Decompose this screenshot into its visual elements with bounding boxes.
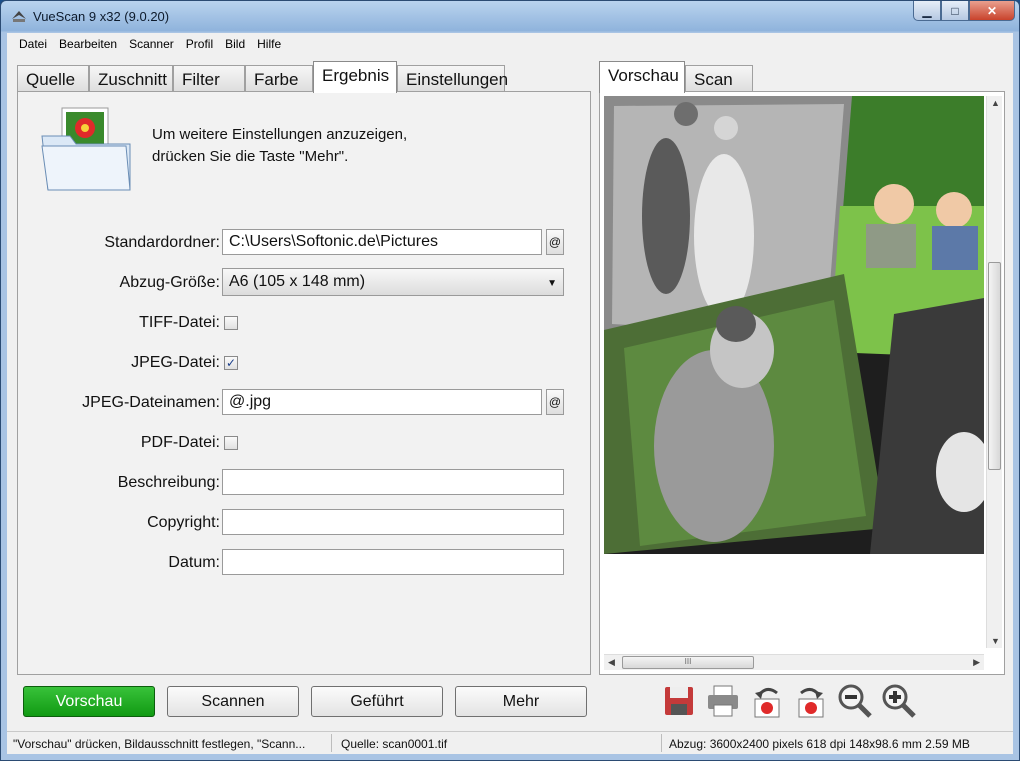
copyright-label: Copyright: [147,514,220,531]
tab-zuschnitt[interactable]: Zuschnitt [89,65,173,93]
vuescan-window: VueScan 9 x32 (9.0.20) ▁ □ ✕ Datei Bearb… [0,0,1020,761]
save-icon[interactable] [661,683,697,719]
menu-bild[interactable]: Bild [219,37,251,51]
status-output: Abzug: 3600x2400 pixels 618 dpi 148x98.6… [669,737,970,751]
gefuehrt-button[interactable]: Geführt [311,686,443,717]
menu-hilfe[interactable]: Hilfe [251,37,287,51]
chevron-down-icon: ▼ [547,278,557,289]
menu-bearbeiten[interactable]: Bearbeiten [53,37,123,51]
copyright-field[interactable] [222,509,564,535]
rotate-left-icon[interactable] [749,683,785,719]
tab-einstellungen[interactable]: Einstellungen [397,65,508,93]
vuescan-app-icon [12,11,26,22]
menu-scanner[interactable]: Scanner [123,37,180,51]
beschreibung-label: Beschreibung: [117,474,220,491]
pdf-label: PDF-Datei: [140,434,220,451]
tab-vorschau[interactable]: Vorschau [599,61,685,93]
vorschau-button[interactable]: Vorschau [23,686,155,717]
vertical-scroll-thumb[interactable] [988,262,1001,470]
standardordner-field[interactable]: C:\Users\Softonic.de\Pictures [222,229,542,255]
client-area: Quelle Zuschnitt Filter Farbe Ergebnis E… [7,55,1013,754]
scroll-down-icon[interactable]: ▼ [991,636,1000,646]
tiff-label: TIFF-Datei: [139,314,220,331]
preview-panel: ▲ ▼ ◀ III ▶ [599,91,1005,675]
jpeg-label: JPEG-Datei: [131,354,220,371]
jpeg-dateiname-at-button[interactable]: @ [546,389,564,415]
status-bar: "Vorschau" drücken, Bildausschnitt festl… [7,731,1013,754]
tab-farbe[interactable]: Farbe [245,65,313,93]
datum-label: Datum: [168,554,220,571]
hint-text: Um weitere Einstellungen anzuzeigen, drü… [152,124,407,168]
jpeg-dateiname-label: JPEG-Dateinamen: [82,394,220,411]
maximize-button[interactable]: □ [941,1,969,21]
tab-quelle[interactable]: Quelle [17,65,89,93]
standardordner-label: Standardordner: [104,234,220,251]
hint-line-1: Um weitere Einstellungen anzuzeigen, [152,126,408,143]
print-icon[interactable] [705,683,741,719]
scan-preview-image[interactable] [604,96,984,554]
menu-bar: Datei Bearbeiten Scanner Profil Bild Hil… [7,33,1013,55]
status-divider [661,734,662,752]
mehr-button[interactable]: Mehr [455,686,587,717]
scannen-button[interactable]: Scannen [167,686,299,717]
pdf-checkbox[interactable] [224,436,238,450]
jpeg-dateiname-field[interactable]: @.jpg [222,389,542,415]
horizontal-scroll-thumb[interactable]: III [622,656,754,669]
horizontal-scrollbar[interactable]: ◀ III ▶ [604,654,984,670]
tab-ergebnis[interactable]: Ergebnis [313,61,397,93]
abzug-groesse-select[interactable]: A6 (105 x 148 mm) ▼ [222,268,564,296]
tab-scan[interactable]: Scan [685,65,753,93]
tiff-checkbox[interactable] [224,316,238,330]
menu-profil[interactable]: Profil [180,37,219,51]
folder-picture-icon [41,107,131,191]
tab-filter[interactable]: Filter [173,65,245,93]
title-bar[interactable]: VueScan 9 x32 (9.0.20) ▁ □ ✕ [1,1,1019,33]
jpeg-checkbox[interactable]: ✓ [224,356,238,370]
status-hint: "Vorschau" drücken, Bildausschnitt festl… [13,737,306,751]
minimize-button[interactable]: ▁ [913,1,941,21]
status-source: Quelle: scan0001.tif [341,737,448,751]
scroll-left-icon[interactable]: ◀ [608,657,615,668]
beschreibung-field[interactable] [222,469,564,495]
window-title: VueScan 9 x32 (9.0.20) [33,9,170,24]
abzug-groesse-label: Abzug-Größe: [119,274,220,291]
menu-datei[interactable]: Datei [13,37,53,51]
vertical-scrollbar[interactable]: ▲ ▼ [986,96,1002,648]
ergebnis-panel: Um weitere Einstellungen anzuzeigen, drü… [17,91,591,675]
abzug-groesse-value: A6 (105 x 148 mm) [229,273,366,290]
scroll-right-icon[interactable]: ▶ [973,657,980,668]
zoom-out-icon[interactable] [837,683,873,719]
datum-field[interactable] [222,549,564,575]
hint-line-2: drücken Sie die Taste "Mehr". [152,148,349,165]
status-divider [331,734,332,752]
close-button[interactable]: ✕ [969,1,1015,21]
rotate-right-icon[interactable] [793,683,829,719]
zoom-in-icon[interactable] [881,683,917,719]
standardordner-at-button[interactable]: @ [546,229,564,255]
scroll-up-icon[interactable]: ▲ [991,98,1000,108]
